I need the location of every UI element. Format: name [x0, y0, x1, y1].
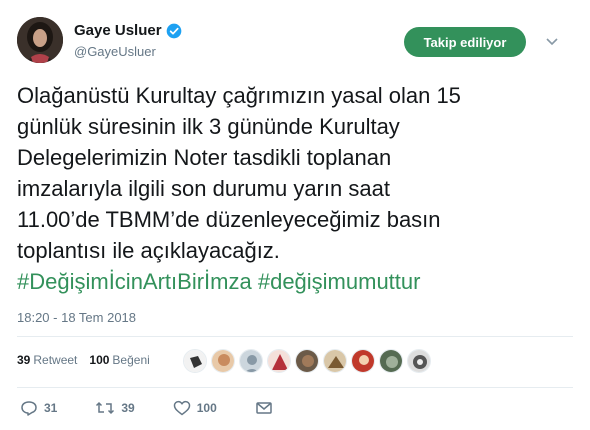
like-button[interactable]: 100 [173, 400, 217, 416]
tweet-line: Delegelerimizin Noter tasdikli toplanan [17, 145, 392, 170]
divider [17, 387, 573, 388]
retweet-stat[interactable]: 39 Retweet [17, 353, 77, 367]
stats-bar: 39 Retweet 100 Beğeni [17, 353, 162, 367]
tweet-text: Olağanüstü Kurultay çağrımızın yasal ola… [17, 80, 582, 297]
reply-count: 31 [44, 401, 58, 415]
direct-message-button[interactable] [255, 400, 279, 416]
tweet-line: imzalarıyla ilgili son durumu yarın saat [17, 176, 390, 201]
tweet-line: Olağanüstü Kurultay çağrımızın yasal ola… [17, 83, 461, 108]
liker-avatar[interactable] [323, 349, 347, 373]
retweet-count: 39 [17, 353, 31, 367]
liker-avatar[interactable] [407, 349, 431, 373]
following-button[interactable]: Takip ediliyor [404, 27, 526, 57]
retweet-stat-label: Retweet [33, 353, 78, 367]
timestamp[interactable]: 18:20 - 18 Tem 2018 [17, 310, 136, 325]
user-name[interactable]: Gaye Usluer [74, 22, 162, 39]
hashtag-line: #DeğişimİcinArtıBirİmza #değişimumuttur [17, 266, 582, 297]
liker-avatar[interactable] [239, 349, 263, 373]
name-row: Gaye Usluer [74, 22, 182, 39]
liker-avatar[interactable] [267, 349, 291, 373]
like-count: 100 [89, 353, 110, 367]
retweet-button[interactable]: 39 [95, 400, 135, 416]
hashtag-link[interactable]: #DeğişimİcinArtıBirİmza [17, 269, 252, 294]
reply-button[interactable]: 31 [20, 400, 57, 416]
reply-icon [21, 401, 37, 416]
liker-avatar[interactable] [295, 349, 319, 373]
tweet-line: 11.00’de TBMM’de düzenleyeceğimiz basın [17, 207, 441, 232]
tweet-line: toplantısı ile açıklayacağız. [17, 238, 280, 263]
divider [17, 336, 573, 337]
retweet-icon [96, 401, 115, 415]
tweet-actions: 31 39 100 [20, 400, 279, 416]
likers-avatars [183, 349, 435, 373]
verified-badge-icon [166, 23, 181, 38]
liker-avatar[interactable] [183, 349, 207, 373]
heart-icon [173, 400, 190, 416]
like-stat-label: Beğeni [112, 353, 150, 367]
tweet-line: günlük süresinin ilk 3 gününde Kurultay [17, 114, 400, 139]
liker-avatar[interactable] [379, 349, 403, 373]
like-stat[interactable]: 100 Beğeni [89, 353, 149, 367]
liker-avatar[interactable] [211, 349, 235, 373]
like-action-count: 100 [196, 401, 217, 415]
avatar[interactable] [17, 17, 63, 63]
retweet-action-count: 39 [121, 401, 135, 415]
user-handle[interactable]: @GayeUsluer [74, 44, 156, 59]
hashtag-link[interactable]: #değişimumuttur [258, 269, 421, 294]
liker-avatar[interactable] [351, 349, 375, 373]
chevron-down-icon[interactable] [545, 37, 559, 47]
message-icon [256, 402, 272, 414]
